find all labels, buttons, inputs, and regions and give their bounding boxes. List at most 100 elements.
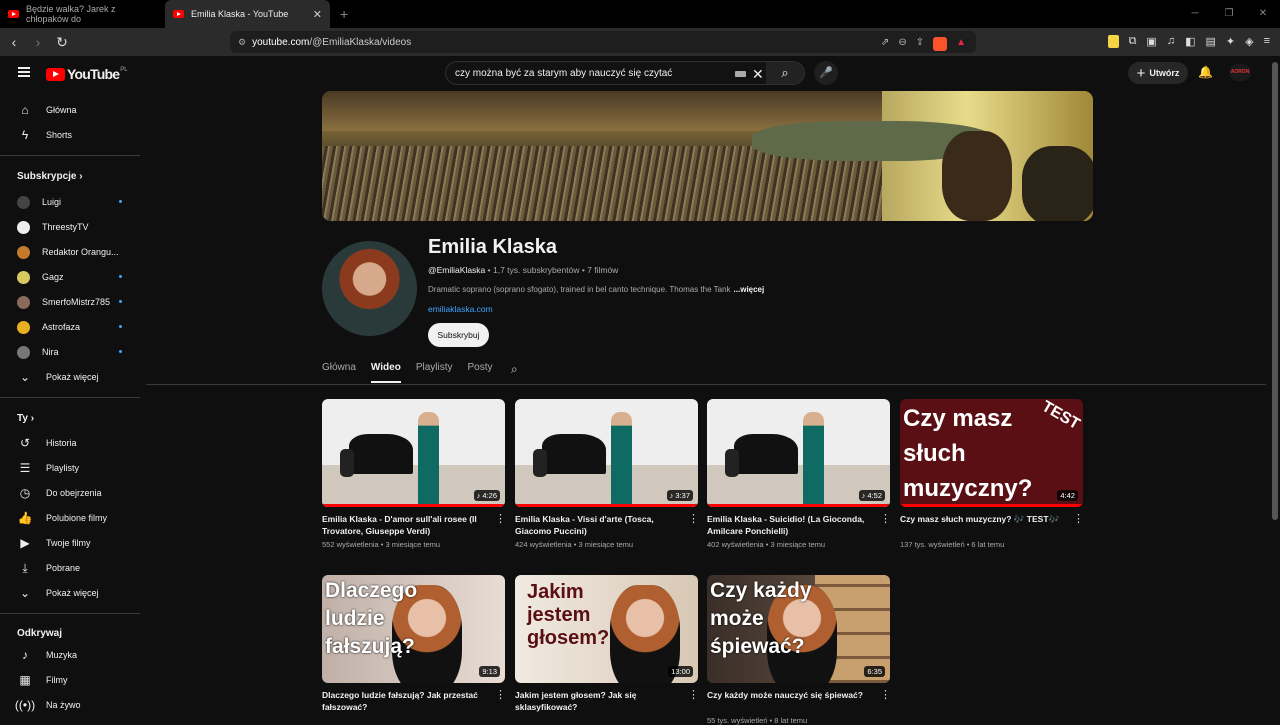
sidebar-toggle-icon[interactable]: ◧ xyxy=(1185,35,1195,48)
video-title[interactable]: Czy masz słuch muzyczny? 🎶 TEST🎶 xyxy=(900,513,1060,537)
more-options-icon[interactable]: ⋮ xyxy=(688,512,699,525)
video-title[interactable]: Dlaczego ludzie fałszują? Jak przestać f… xyxy=(322,689,482,713)
video-thumbnail[interactable]: Jakim jestem głosem? 13:00 xyxy=(515,575,698,683)
clear-search-icon[interactable]: ✕ xyxy=(752,66,764,83)
sidebar-divider xyxy=(0,613,140,614)
more-link[interactable]: ...więcej xyxy=(734,285,765,294)
sidebar-item-shorts[interactable]: ϟ Shorts xyxy=(0,124,140,146)
video-title[interactable]: Czy każdy może nauczyć się śpiewać? xyxy=(707,689,867,713)
video-card[interactable]: Jakim jestem głosem? 13:00 Jakim jestem … xyxy=(515,575,699,713)
voice-search-button[interactable]: 🎤 xyxy=(814,61,838,85)
site-info-icon[interactable]: ⚙ xyxy=(238,37,246,48)
sidebar-subscription[interactable]: Astrofaza xyxy=(0,316,140,338)
sidebar-subscription[interactable]: Nira xyxy=(0,341,140,363)
new-tab-icon[interactable]: + xyxy=(340,6,348,22)
you-heading[interactable]: Ty › xyxy=(17,413,34,424)
video-thumbnail[interactable]: ♪ 4:52 xyxy=(707,399,890,507)
channel-avatar xyxy=(17,245,30,259)
sidebar-item-music[interactable]: ♪ Muzyka xyxy=(0,644,140,666)
close-tab-icon[interactable]: ✕ xyxy=(313,8,322,21)
leo-ai-icon[interactable]: ✦ xyxy=(1226,35,1235,48)
minimize-icon[interactable]: ─ xyxy=(1178,0,1212,28)
video-card[interactable]: ♪ 4:52 Emilia Klaska - Suicidio! (La Gio… xyxy=(707,399,891,549)
more-options-icon[interactable]: ⋮ xyxy=(688,688,699,701)
forward-icon[interactable]: › xyxy=(28,34,48,50)
maximize-icon[interactable]: ❐ xyxy=(1212,0,1246,28)
browser-tab[interactable]: Będzie walka? Jarek z chłopaków do xyxy=(0,0,165,28)
music-control-icon[interactable]: ♫ xyxy=(1167,35,1175,48)
wallet-icon[interactable]: ▤ xyxy=(1205,35,1215,48)
video-thumbnail[interactable]: ♪ 4:26 xyxy=(322,399,505,507)
sidebar-subscription[interactable]: Redaktor Orangu... xyxy=(0,241,140,263)
tab-videos[interactable]: Wideo xyxy=(370,362,401,383)
youtube-logo[interactable]: YouTube PL xyxy=(46,66,128,82)
hamburger-menu-icon[interactable] xyxy=(18,67,30,77)
sidebar-subscription[interactable]: SmerfoMistrz785 xyxy=(0,291,140,313)
more-options-icon[interactable]: ⋮ xyxy=(880,512,891,525)
more-options-icon[interactable]: ⋮ xyxy=(880,688,891,701)
more-options-icon[interactable]: ⋮ xyxy=(495,512,506,525)
tab-home[interactable]: Główna xyxy=(322,362,356,383)
account-avatar[interactable]: AORON xyxy=(1229,64,1251,81)
back-icon[interactable]: ‹ xyxy=(4,34,24,50)
vpn-icon[interactable]: ◈ xyxy=(1245,35,1253,48)
brave-rewards-icon[interactable]: ▲ xyxy=(956,37,966,51)
tab-posts[interactable]: Posty xyxy=(468,362,493,383)
video-thumbnail[interactable]: ♪ 3:37 xyxy=(515,399,698,507)
channel-search-icon[interactable]: ⌕ xyxy=(511,362,518,377)
video-card[interactable]: ♪ 3:37 Emilia Klaska - Vissi d'arte (Tos… xyxy=(515,399,699,549)
search-button[interactable]: ⌕ xyxy=(766,62,804,84)
more-options-icon[interactable]: ⋮ xyxy=(495,688,506,701)
sidebar-subscription[interactable]: ThreestyTV xyxy=(0,216,140,238)
sidebar-item-liked[interactable]: 👍 Polubione filmy xyxy=(0,507,140,529)
video-title[interactable]: Jakim jestem głosem? Jak się sklasyfikow… xyxy=(515,689,675,713)
create-button[interactable]: + Utwórz xyxy=(1128,62,1188,84)
sidebar-subscription[interactable]: Luigi xyxy=(0,191,140,213)
sidebar-item-downloads[interactable]: ⤓ Pobrane xyxy=(0,557,140,579)
keyboard-icon[interactable] xyxy=(735,71,746,77)
page-scrollbar[interactable] xyxy=(1272,62,1278,520)
video-thumbnail[interactable]: Czy masz słuch muzyczny? TEST 4:42 xyxy=(900,399,1083,507)
subscribe-button[interactable]: Subskrybuj xyxy=(428,323,489,347)
extensions-icon[interactable]: ⧉ xyxy=(1129,35,1137,48)
show-more-subscriptions[interactable]: ⌄ Pokaż więcej xyxy=(0,366,140,388)
browser-tab-active[interactable]: Emilia Klaska - YouTube ✕ xyxy=(165,0,330,28)
share-icon[interactable]: ⇪ xyxy=(916,37,924,51)
video-card[interactable]: Dlaczego ludzie fałszują? 9:13 Dlaczego … xyxy=(322,575,506,713)
banner-figure xyxy=(1022,146,1093,221)
search-input[interactable]: czy można być za starym aby nauczyć się … xyxy=(455,68,672,79)
video-title[interactable]: Emilia Klaska - D'amor sull'ali rosee (I… xyxy=(322,513,482,537)
video-card[interactable]: Czy masz słuch muzyczny? TEST 4:42 Czy m… xyxy=(900,399,1084,549)
open-external-icon[interactable]: ⇗ xyxy=(881,37,889,51)
video-title[interactable]: Emilia Klaska - Suicidio! (La Gioconda, … xyxy=(707,513,867,537)
screenshot-icon[interactable]: ▣ xyxy=(1146,35,1156,48)
video-card[interactable]: ♪ 4:26 Emilia Klaska - D'amor sull'ali r… xyxy=(322,399,506,549)
search-box[interactable]: czy można być za starym aby nauczyć się … xyxy=(445,61,805,85)
brave-shields-icon[interactable] xyxy=(933,37,948,51)
sidebar-item-history[interactable]: ↺ Historia xyxy=(0,432,140,454)
show-more-you[interactable]: ⌄ Pokaż więcej xyxy=(0,582,140,604)
video-thumbnail[interactable]: Dlaczego ludzie fałszują? 9:13 xyxy=(322,575,505,683)
sidebar-item-home[interactable]: ⌂ Główna xyxy=(0,99,140,121)
notifications-bell-icon[interactable]: 🔔 xyxy=(1198,65,1213,79)
subscriptions-heading[interactable]: Subskrypcje › xyxy=(17,171,83,182)
reload-icon[interactable]: ↻ xyxy=(52,34,72,51)
close-window-icon[interactable]: ✕ xyxy=(1246,0,1280,28)
sidebar-subscription[interactable]: Gagz xyxy=(0,266,140,288)
url-field[interactable]: ⚙ youtube.com/@EmiliaKlaska/videos ⇗ ⊖ ⇪… xyxy=(230,31,976,53)
channel-description[interactable]: Dramatic soprano (soprano sfogato), trai… xyxy=(428,285,764,294)
video-title[interactable]: Emilia Klaska - Vissi d'arte (Tosca, Gia… xyxy=(515,513,675,537)
video-card[interactable]: Czy każdy może śpiewać? 6:35 Czy każdy m… xyxy=(707,575,891,725)
browser-menu-icon[interactable]: ≡ xyxy=(1264,35,1270,48)
zoom-icon[interactable]: ⊖ xyxy=(898,37,906,51)
tab-playlists[interactable]: Playlisty xyxy=(416,362,453,383)
sidebar-item-movies[interactable]: ▦ Filmy xyxy=(0,669,140,691)
more-options-icon[interactable]: ⋮ xyxy=(1073,512,1084,525)
sidebar-item-live[interactable]: ((•)) Na żywo xyxy=(0,694,140,716)
extension-yellow-icon[interactable] xyxy=(1107,35,1119,48)
sidebar-item-playlists[interactable]: ☰ Playlisty xyxy=(0,457,140,479)
sidebar-item-your-videos[interactable]: ▶ Twoje filmy xyxy=(0,532,140,554)
video-thumbnail[interactable]: Czy każdy może śpiewać? 6:35 xyxy=(707,575,890,683)
sidebar-item-watch-later[interactable]: ◷ Do obejrzenia xyxy=(0,482,140,504)
channel-website-link[interactable]: emiliaklaska.com xyxy=(428,304,493,314)
